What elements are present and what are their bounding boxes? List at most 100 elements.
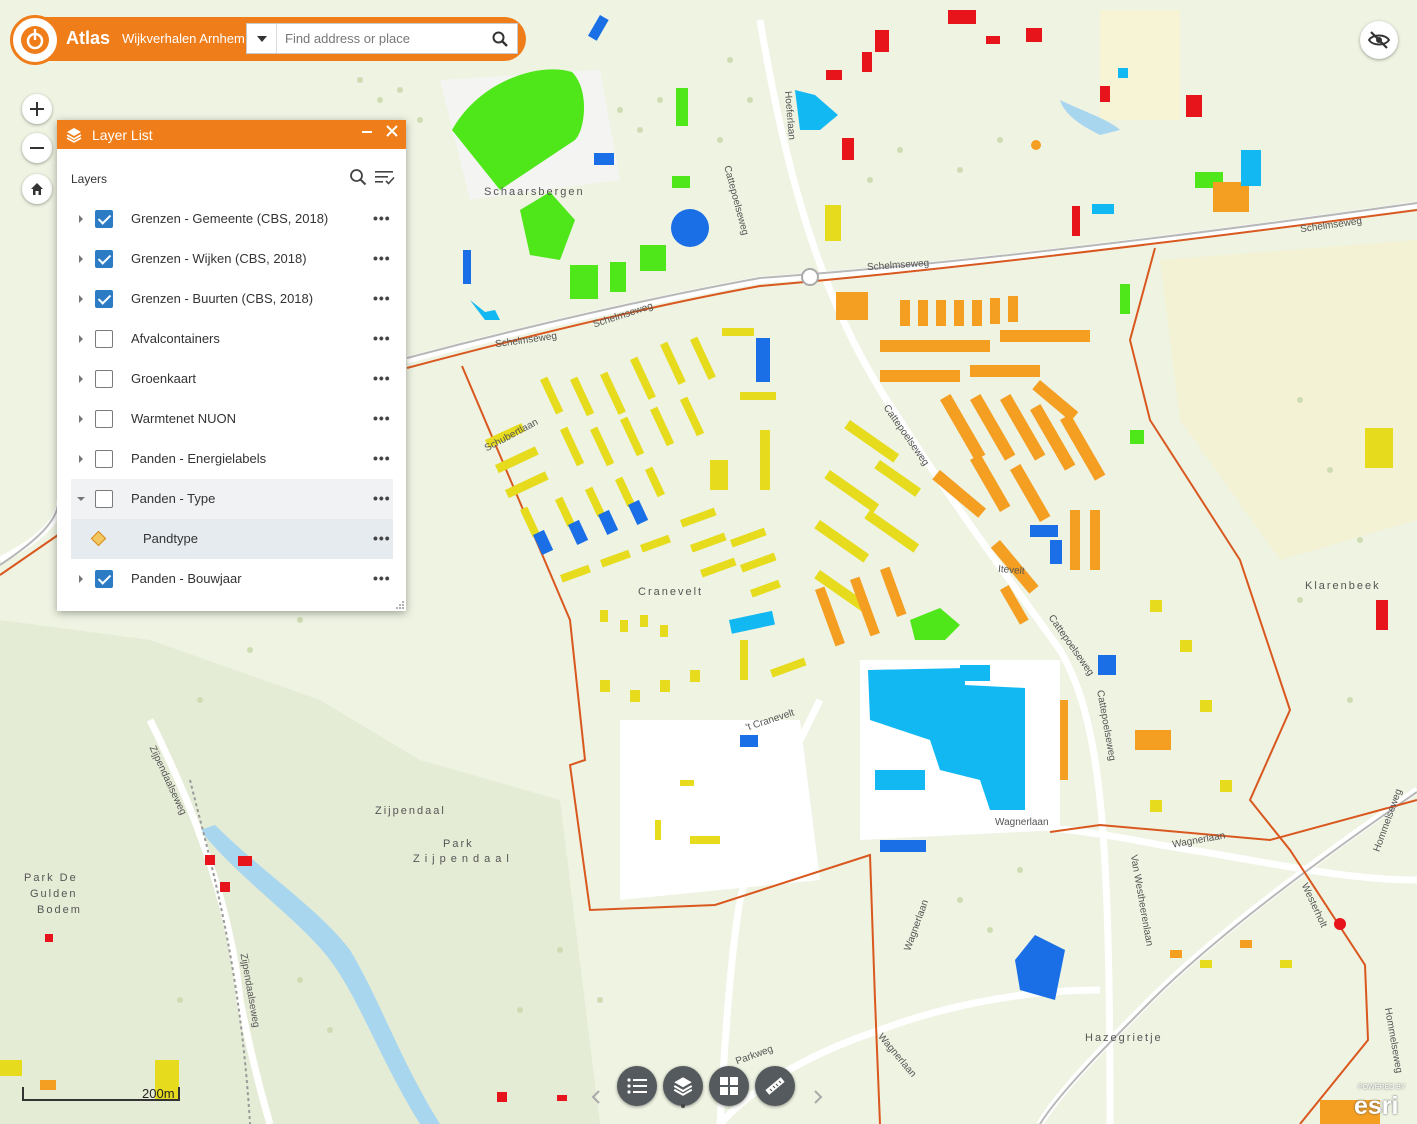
more-options-icon[interactable]: ••• (373, 250, 391, 266)
panel-title: Layer List (92, 127, 153, 143)
caret-right-icon[interactable] (77, 214, 85, 224)
sublayer-row-pandtype[interactable]: Pandtype ••• (71, 519, 393, 559)
layer-label: Afvalcontainers (131, 331, 220, 346)
layer-checkbox[interactable] (95, 330, 113, 348)
layer-row-panden-type[interactable]: Panden - Type ••• (71, 479, 393, 519)
ruler-icon (765, 1077, 785, 1095)
search-button[interactable] (483, 24, 517, 53)
layer-label: Pandtype (143, 531, 198, 546)
layer-row-grenzen-buurten[interactable]: Grenzen - Buurten (CBS, 2018) ••• (71, 279, 393, 319)
layer-label: Panden - Energielabels (131, 451, 267, 466)
layer-checkbox[interactable] (95, 290, 113, 308)
home-icon (31, 183, 43, 195)
more-options-icon[interactable]: ••• (373, 570, 391, 586)
layer-list-panel: Layer List Layers Grenzen - Gemeente (CB… (57, 120, 406, 611)
zoom-in-button[interactable] (22, 94, 52, 124)
caret-right-icon[interactable] (77, 454, 85, 464)
place-label-klarenbeek: Klarenbeek (1305, 580, 1381, 592)
minus-icon (30, 147, 44, 149)
more-options-icon[interactable]: ••• (373, 450, 391, 466)
layer-checkbox[interactable] (95, 450, 113, 468)
place-label-park-de: Park De (24, 872, 78, 884)
resize-handle-icon[interactable] (396, 601, 404, 609)
place-label-park-zijpendaal: Zijpendaal (413, 853, 514, 865)
esri-logo: esri (1354, 1092, 1399, 1120)
legend-list-button[interactable] (617, 1066, 657, 1106)
layer-label: Warmtenet NUON (131, 411, 236, 426)
more-options-icon[interactable]: ••• (373, 210, 391, 226)
toolbar-page-indicator (681, 1104, 685, 1108)
plus-icon (30, 102, 44, 116)
basemap-gallery-button[interactable] (709, 1066, 749, 1106)
scale-label: 200m (142, 1086, 175, 1101)
layer-checkbox[interactable] (95, 410, 113, 428)
close-button[interactable] (384, 122, 400, 143)
close-icon (386, 125, 398, 137)
measurement-button[interactable] (755, 1066, 795, 1106)
more-options-icon[interactable]: ••• (373, 410, 391, 426)
layer-checkbox[interactable] (95, 490, 113, 508)
search-icon (350, 169, 367, 186)
layer-label: Grenzen - Gemeente (CBS, 2018) (131, 211, 329, 226)
layer-row-afvalcontainers[interactable]: Afvalcontainers ••• (71, 319, 393, 359)
place-label-cranevelt: Cranevelt (638, 586, 704, 598)
search-input[interactable] (285, 24, 481, 53)
layer-checkbox[interactable] (95, 210, 113, 228)
app-subtitle: Wijkverhalen Arnhem (122, 31, 245, 46)
minimize-icon (362, 131, 372, 133)
caret-right-icon[interactable] (77, 334, 85, 344)
chevron-down-icon (256, 35, 267, 42)
toolbar-prev-icon[interactable] (591, 1088, 601, 1109)
caret-right-icon[interactable] (77, 574, 85, 584)
caret-right-icon[interactable] (77, 374, 85, 384)
layer-row-grenzen-gemeente[interactable]: Grenzen - Gemeente (CBS, 2018) ••• (71, 199, 393, 239)
layer-row-panden-energielabels[interactable]: Panden - Energielabels ••• (71, 439, 393, 479)
layer-row-panden-bouwjaar[interactable]: Panden - Bouwjaar ••• (71, 559, 393, 599)
place-label-gulden: Gulden (30, 888, 78, 900)
more-options-icon[interactable]: ••• (373, 290, 391, 306)
app-header: Atlas Wijkverhalen Arnhem (10, 15, 526, 65)
legend-diamond-icon (90, 530, 107, 547)
search-layers-button[interactable] (349, 168, 367, 191)
app-title: Atlas (66, 28, 111, 48)
layer-label: Groenkaart (131, 371, 197, 386)
layer-label: Grenzen - Buurten (CBS, 2018) (131, 291, 314, 306)
layer-row-grenzen-wijken[interactable]: Grenzen - Wijken (CBS, 2018) ••• (71, 239, 393, 279)
layer-list-button[interactable] (663, 1066, 703, 1106)
more-options-icon[interactable]: ••• (373, 530, 391, 546)
grid-icon (720, 1077, 738, 1095)
visibility-toggle-button[interactable] (1360, 21, 1398, 59)
layer-label: Panden - Type (131, 491, 216, 506)
more-options-icon[interactable]: ••• (373, 370, 391, 386)
layer-row-warmtenet-nuon[interactable]: Warmtenet NUON ••• (71, 399, 393, 439)
layers-icon (66, 127, 82, 148)
place-label-bodem: Bodem (37, 904, 82, 916)
layer-options-button[interactable] (375, 168, 395, 191)
caret-right-icon[interactable] (77, 254, 85, 264)
bottom-toolbar (585, 1058, 835, 1112)
layer-checkbox[interactable] (95, 370, 113, 388)
eye-off-icon (1368, 31, 1390, 49)
place-label-zijpendaal: Zijpendaal (375, 805, 446, 817)
zoom-out-button[interactable] (22, 133, 52, 163)
layer-row-groenkaart[interactable]: Groenkaart ••• (71, 359, 393, 399)
layer-label: Grenzen - Wijken (CBS, 2018) (131, 251, 307, 266)
layer-checkbox[interactable] (95, 570, 113, 588)
layer-checkbox[interactable] (95, 250, 113, 268)
search-box (246, 23, 518, 54)
caret-down-icon[interactable] (77, 494, 85, 504)
atlas-logo-icon[interactable] (10, 15, 60, 65)
more-options-icon[interactable]: ••• (373, 330, 391, 346)
toolbar-next-icon[interactable] (813, 1088, 823, 1109)
search-source-dropdown[interactable] (247, 24, 277, 53)
street-label: Wagnerlaan (995, 817, 1049, 828)
layers-section-label: Layers (71, 172, 108, 186)
filter-list-icon (375, 171, 395, 185)
caret-right-icon[interactable] (77, 294, 85, 304)
place-label-hazegrietje: Hazegrietje (1085, 1032, 1163, 1044)
layers-icon (673, 1077, 693, 1096)
minimize-button[interactable] (360, 123, 374, 142)
caret-right-icon[interactable] (77, 414, 85, 424)
home-button[interactable] (22, 174, 52, 204)
more-options-icon[interactable]: ••• (373, 490, 391, 506)
